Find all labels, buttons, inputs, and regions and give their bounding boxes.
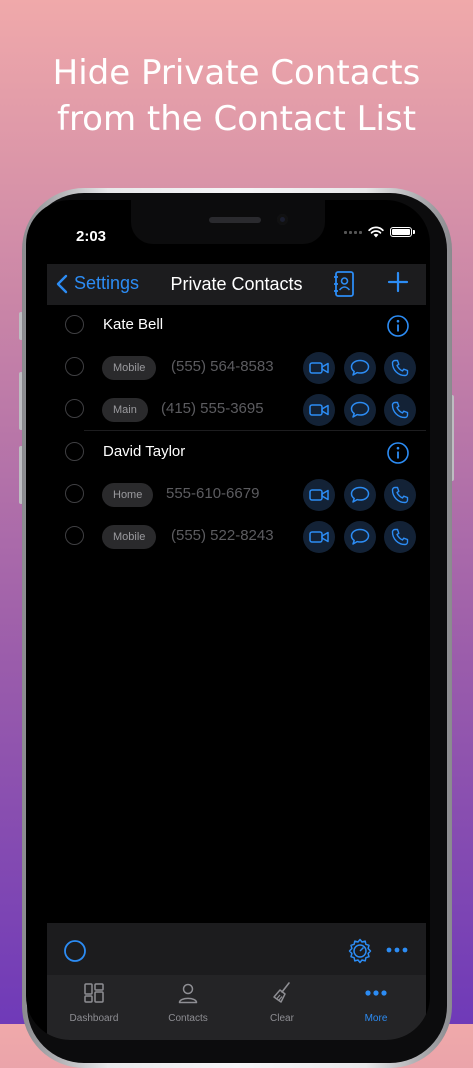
video-camera-icon xyxy=(309,404,329,416)
select-all-circle-icon[interactable] xyxy=(63,939,87,963)
contact-name: David Taylor xyxy=(103,443,186,460)
phone-number: (555) 564-8583 xyxy=(171,358,274,375)
tab-label: Clear xyxy=(270,1013,294,1024)
video-camera-icon xyxy=(309,362,329,374)
wifi-icon xyxy=(368,226,384,238)
message-button[interactable] xyxy=(344,394,376,426)
phone-handset-icon xyxy=(391,528,409,546)
call-button[interactable] xyxy=(384,479,416,511)
contact-book-icon[interactable] xyxy=(332,270,356,298)
video-call-button[interactable] xyxy=(303,352,335,384)
phone-handset-icon xyxy=(391,486,409,504)
speaker xyxy=(209,217,261,223)
status-icons xyxy=(344,226,415,238)
notch xyxy=(131,200,325,244)
call-button[interactable] xyxy=(384,352,416,384)
phone-screen: 2:03 Settings Private Contacts Kate Bell… xyxy=(26,200,430,1040)
person-icon xyxy=(178,983,198,1004)
message-button[interactable] xyxy=(344,352,376,384)
number-label-tag: Mobile xyxy=(102,525,157,549)
select-radio[interactable] xyxy=(65,484,84,503)
broom-icon xyxy=(273,982,290,1003)
phone-number: 555-610-6679 xyxy=(166,485,260,502)
message-bubble-icon xyxy=(350,528,370,545)
bottom-toolbar xyxy=(47,923,426,975)
navigation-bar: Settings Private Contacts xyxy=(47,264,426,305)
video-call-button[interactable] xyxy=(303,479,335,511)
add-contact-button[interactable] xyxy=(387,271,409,293)
tab-contacts[interactable]: Contacts xyxy=(141,981,235,1024)
tab-label: Contacts xyxy=(168,1013,208,1024)
video-camera-icon xyxy=(309,489,329,501)
phone-number: (555) 522-8243 xyxy=(171,527,274,544)
select-radio[interactable] xyxy=(65,442,84,461)
call-button[interactable] xyxy=(384,521,416,553)
tab-more[interactable]: More xyxy=(329,981,423,1024)
message-button[interactable] xyxy=(344,479,376,511)
message-button[interactable] xyxy=(344,521,376,553)
contact-row[interactable]: Kate Bell xyxy=(47,305,426,347)
phone-handset-icon xyxy=(391,359,409,377)
more-options-icon[interactable] xyxy=(386,946,408,954)
headline-line-2: from the Contact List xyxy=(56,99,417,139)
chevron-left-icon xyxy=(56,274,68,293)
video-camera-icon xyxy=(309,531,329,543)
video-call-button[interactable] xyxy=(303,521,335,553)
number-label-tag: Mobile xyxy=(102,356,157,380)
tab-clear[interactable]: Clear xyxy=(235,981,329,1024)
video-call-button[interactable] xyxy=(303,394,335,426)
contact-name: Kate Bell xyxy=(103,316,164,333)
select-radio[interactable] xyxy=(65,526,84,545)
message-bubble-icon xyxy=(350,359,370,376)
info-icon[interactable] xyxy=(386,314,410,338)
call-button[interactable] xyxy=(384,394,416,426)
phone-number-row[interactable]: Home 555-610-6679 xyxy=(47,474,426,516)
back-button[interactable]: Settings xyxy=(55,273,139,294)
battery-icon xyxy=(390,227,415,237)
back-label: Settings xyxy=(74,273,140,293)
message-bubble-icon xyxy=(350,401,370,418)
more-icon xyxy=(365,990,387,996)
tab-dashboard[interactable]: Dashboard xyxy=(47,981,141,1024)
number-label-tag: Home xyxy=(102,483,154,507)
phone-number: (415) 555-3695 xyxy=(161,400,264,417)
select-radio[interactable] xyxy=(65,315,84,334)
status-time: 2:03 xyxy=(76,228,107,245)
phone-number-row[interactable]: Main (415) 555-3695 xyxy=(47,389,426,431)
phone-handset-icon xyxy=(391,401,409,419)
headline-line-1: Hide Private Contacts xyxy=(52,53,421,93)
headline: Hide Private Contacts from the Contact L… xyxy=(0,50,473,142)
phone-number-row[interactable]: Mobile (555) 522-8243 xyxy=(47,516,426,558)
tab-label: Dashboard xyxy=(69,1013,119,1024)
dashboard-icon xyxy=(84,983,104,1003)
tab-label: More xyxy=(364,1013,388,1024)
gear-icon[interactable] xyxy=(347,938,373,964)
contact-row[interactable]: David Taylor xyxy=(47,432,426,474)
tab-bar: Dashboard Contacts Clear More xyxy=(47,975,426,1040)
front-camera xyxy=(277,214,288,225)
signal-icon xyxy=(344,230,362,234)
number-label-tag: Main xyxy=(102,398,148,422)
select-radio[interactable] xyxy=(65,399,84,418)
select-radio[interactable] xyxy=(65,357,84,376)
info-icon[interactable] xyxy=(386,441,410,465)
message-bubble-icon xyxy=(350,486,370,503)
phone-number-row[interactable]: Mobile (555) 564-8583 xyxy=(47,347,426,389)
section-divider xyxy=(84,430,426,431)
